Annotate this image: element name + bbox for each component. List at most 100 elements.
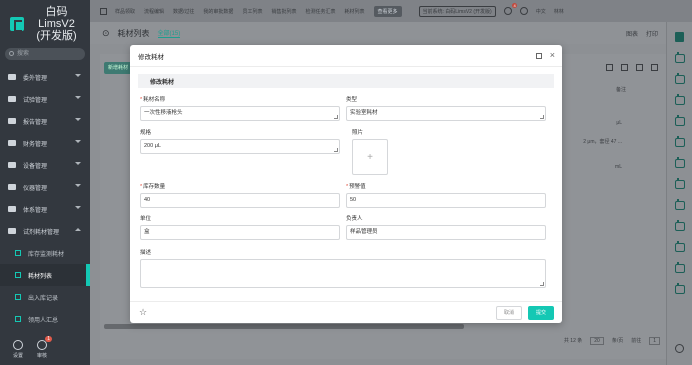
sidebar-item-instrument[interactable]: 仪器管理	[0, 176, 90, 198]
table-cell: mL	[615, 164, 622, 170]
unit-input[interactable]: 盒	[140, 225, 340, 240]
submit-button[interactable]: 提交	[528, 306, 554, 320]
type-label: 类型	[346, 97, 358, 103]
pagination: 共 12 条 20 条/页 前往 1	[564, 337, 660, 345]
spec-input[interactable]: 200 μL	[140, 139, 340, 154]
warning-field: *预警值 50	[346, 183, 546, 208]
sidebar-subitem-recipients[interactable]: 领用人汇总	[0, 308, 90, 330]
calendar-icon[interactable]	[674, 220, 685, 231]
page-size-select[interactable]: 20	[590, 337, 604, 345]
refresh-icon[interactable]	[651, 64, 658, 71]
app-title-line1: 白码LimsV2	[38, 6, 75, 30]
spec-field: 规格 200 μL	[140, 129, 340, 154]
help-circle-icon[interactable]	[675, 344, 684, 353]
sidebar-bottom: 设置 1 审核	[0, 336, 90, 359]
menu-toggle-icon[interactable]	[100, 7, 107, 15]
dialog-header: 修改耗材 ×	[130, 45, 562, 67]
calendar-icon[interactable]	[674, 157, 685, 168]
help-icon[interactable]	[519, 7, 528, 15]
dialog-footer: ☆ 取消 提交	[130, 301, 562, 323]
type-input[interactable]: 实验室耗材	[346, 106, 546, 121]
sidebar-item-equipment[interactable]: 设备管理	[0, 154, 90, 176]
stock-input[interactable]: 40	[140, 193, 340, 208]
name-input[interactable]: 一次性移液枪头	[140, 106, 340, 121]
sidebar-subitem-stock-monitor[interactable]: 库存监测耗材	[0, 242, 90, 264]
cancel-button[interactable]: 取消	[496, 306, 522, 320]
calendar-icon[interactable]	[674, 178, 685, 189]
chevron-down-icon	[75, 162, 81, 165]
calendar-icon[interactable]	[674, 199, 685, 210]
photo-upload[interactable]: +	[352, 139, 388, 175]
sidebar-item-report[interactable]: 报告管理	[0, 110, 90, 132]
tab-sales-batches[interactable]: 销售批列表	[271, 8, 296, 15]
horizontal-scrollbar[interactable]	[104, 324, 464, 329]
settings-button[interactable]: 设置	[6, 340, 30, 359]
form-section-header: 修改耗材	[138, 74, 554, 88]
tab-employees[interactable]: 员工列表	[242, 8, 262, 15]
current-system-badge[interactable]: 当前系统: 白码LimsV2 (开发版)	[418, 5, 496, 17]
folder-icon	[8, 206, 16, 212]
type-field: 类型 实验室耗材	[346, 96, 546, 121]
logo-icon	[10, 17, 24, 32]
back-icon[interactable]: ⊙	[102, 28, 110, 39]
page-number-input[interactable]: 1	[649, 337, 660, 345]
tab-more[interactable]: 查看更多	[373, 5, 402, 17]
chart-button[interactable]: 图表	[626, 29, 638, 38]
user-menu[interactable]: 林林	[554, 8, 564, 15]
sidebar-item-reagents[interactable]: 试剂耗材管理	[0, 220, 90, 242]
calendar-icon[interactable]	[674, 73, 685, 84]
right-rail	[666, 22, 692, 365]
sort-icon[interactable]	[621, 64, 628, 71]
maximize-icon[interactable]	[536, 53, 542, 59]
owner-input[interactable]: 样品管理员	[346, 225, 546, 240]
list-icon	[15, 272, 21, 278]
tab-task-summary[interactable]: 检测任务汇表	[305, 8, 335, 15]
print-button[interactable]: 打印	[646, 29, 658, 38]
add-consumable-button[interactable]: 新增耗材	[104, 62, 132, 74]
tab-all-count[interactable]: 全部(15)	[157, 28, 181, 38]
calendar-icon[interactable]	[674, 262, 685, 273]
table-cell: μL	[616, 120, 622, 126]
folder-icon	[8, 184, 16, 190]
star-icon[interactable]: ☆	[139, 307, 147, 317]
page-actions: 图表 打印	[626, 29, 658, 38]
tab-data-history[interactable]: 数据/过往	[173, 8, 194, 15]
sidebar-subitem-consumables[interactable]: 耗材列表	[0, 264, 90, 286]
calendar-icon[interactable]	[674, 136, 685, 147]
calendar-icon[interactable]	[674, 283, 685, 294]
folder-icon	[8, 118, 16, 124]
sidebar-subitem-label: 库存监测耗材	[28, 251, 65, 258]
tab-sample-pickup[interactable]: 样品领取	[115, 8, 135, 15]
filter-icon[interactable]	[606, 64, 613, 71]
calendar-icon[interactable]	[674, 241, 685, 252]
folder-icon	[8, 140, 16, 146]
sidebar-menu: 委外管理 试验管理 报告管理 财务管理 设备管理 仪器管理 体系管理 试剂耗材管…	[0, 66, 90, 330]
review-badge: 1	[45, 336, 52, 342]
goto-label: 前往	[631, 338, 642, 344]
unit-label: 单位	[140, 216, 152, 222]
columns-icon[interactable]	[636, 64, 643, 71]
sidebar-item-label: 试剂耗材管理	[23, 229, 60, 236]
owner-field: 负责人 样品管理员	[346, 215, 546, 240]
sidebar-item-system[interactable]: 体系管理	[0, 198, 90, 220]
calendar-icon[interactable]	[674, 115, 685, 126]
bell-icon[interactable]: 4	[503, 3, 517, 15]
close-icon[interactable]: ×	[550, 50, 555, 60]
table-tools	[606, 64, 658, 71]
tab-my-approvals[interactable]: 我的审批数据	[203, 8, 233, 15]
sidebar-item-finance[interactable]: 财务管理	[0, 132, 90, 154]
sidebar-item-experiment[interactable]: 试验管理	[0, 88, 90, 110]
tab-consumables[interactable]: 耗材列表	[344, 8, 364, 15]
calendar-icon[interactable]	[674, 94, 685, 105]
app-icon[interactable]	[675, 32, 684, 42]
photo-label: 照片	[352, 130, 364, 136]
desc-input[interactable]	[140, 259, 546, 288]
sidebar-item-outsourcing[interactable]: 委外管理	[0, 66, 90, 88]
tab-flow-edit[interactable]: 流程编辑	[144, 8, 164, 15]
review-button[interactable]: 1 审核	[30, 336, 54, 359]
language-switch[interactable]: 中文	[536, 8, 546, 15]
sidebar-subitem-inout-records[interactable]: 出入库记录	[0, 286, 90, 308]
warning-input[interactable]: 50	[346, 193, 546, 208]
calendar-icon[interactable]	[674, 52, 685, 63]
sidebar-search[interactable]: 搜索	[5, 48, 85, 60]
